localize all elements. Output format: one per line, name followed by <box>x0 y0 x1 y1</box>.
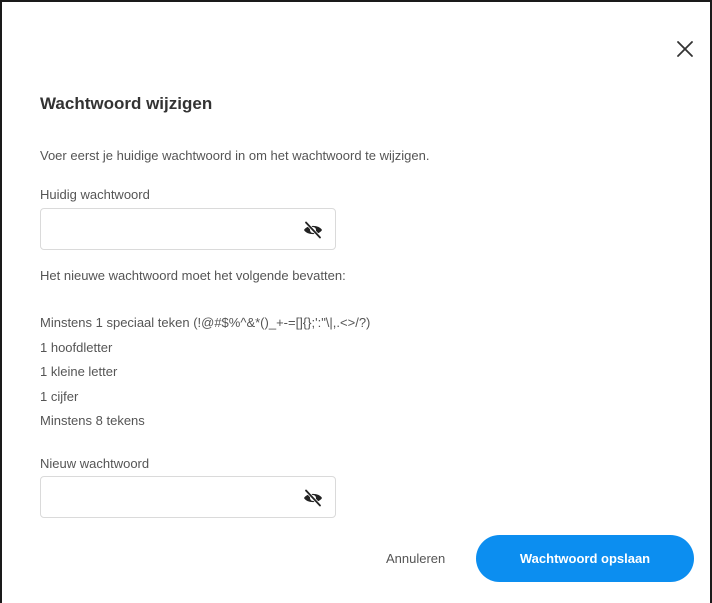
requirement-special-char: Minstens 1 speciaal teken (!@#$%^&*()_+-… <box>40 315 371 330</box>
dialog-intro-text: Voer eerst je huidige wachtwoord in om h… <box>40 148 430 163</box>
current-password-label: Huidig wachtwoord <box>40 187 150 202</box>
requirement-uppercase: 1 hoofdletter <box>40 339 113 355</box>
new-password-field <box>40 476 336 518</box>
dialog-title: Wachtwoord wijzigen <box>40 94 213 113</box>
new-password-input[interactable] <box>41 477 291 517</box>
change-password-dialog: Wachtwoord wijzigen Voer eerst je huidig… <box>0 0 712 603</box>
current-password-input[interactable] <box>41 209 291 249</box>
requirement-digit: 1 cijfer <box>40 388 79 404</box>
eye-slash-icon[interactable] <box>303 221 323 239</box>
save-password-button[interactable]: Wachtwoord opslaan <box>476 535 694 582</box>
requirements-list: Minstens 1 speciaal teken (!@#$%^&*()_+-… <box>40 314 370 437</box>
requirement-lowercase: 1 kleine letter <box>40 364 118 379</box>
current-password-field <box>40 208 336 250</box>
requirements-heading: Het nieuwe wachtwoord moet het volgende … <box>40 268 346 283</box>
close-icon[interactable] <box>674 38 696 60</box>
cancel-button[interactable]: Annuleren <box>386 551 445 566</box>
requirement-min-length: Minstens 8 tekens <box>40 413 145 428</box>
new-password-label: Nieuw wachtwoord <box>40 456 150 471</box>
eye-slash-icon[interactable] <box>303 489 323 507</box>
